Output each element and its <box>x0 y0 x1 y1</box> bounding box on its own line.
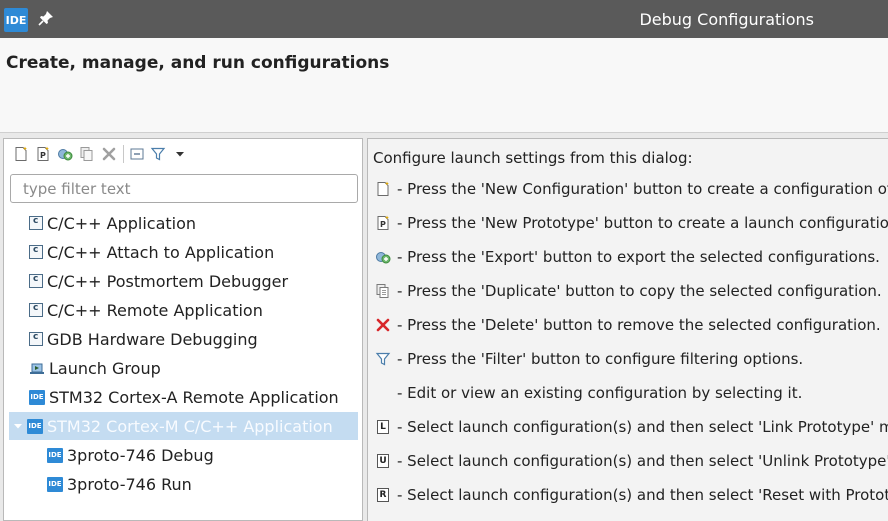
c-config-icon: c <box>29 216 43 230</box>
tree-item-label: Launch Group <box>49 358 161 378</box>
filter-button[interactable] <box>149 145 167 163</box>
delete-icon <box>376 318 390 332</box>
pin-icon[interactable] <box>38 10 54 26</box>
svg-text:P: P <box>380 220 386 229</box>
duplicate-icon <box>376 284 389 298</box>
instruction-text: - Press the 'New Prototype' button to cr… <box>397 214 888 232</box>
filter-input[interactable] <box>10 174 358 203</box>
instruction-filter: - Press the 'Filter' button to configure… <box>374 347 803 371</box>
tree-item-3proto-run[interactable]: IDE 3proto-746 Run <box>9 470 358 498</box>
title-bar: IDE Debug Configurations <box>0 0 888 38</box>
chevron-down-icon[interactable] <box>12 420 24 432</box>
configuration-list-pane: P type filter text c C/C++ Application c… <box>3 138 363 521</box>
instruction-text: - Select launch configuration(s) and the… <box>397 452 888 470</box>
window-title: Debug Configurations <box>639 10 814 29</box>
tree-item-label: C/C++ Postmortem Debugger <box>47 271 289 291</box>
new-config-icon <box>377 181 389 196</box>
instruction-edit: - Edit or view an existing configuration… <box>374 381 802 405</box>
instruction-export: - Press the 'Export' button to export th… <box>374 245 880 269</box>
launch-group-icon <box>30 363 44 374</box>
duplicate-button[interactable] <box>78 145 96 163</box>
tree-item-launch-group[interactable]: Launch Group <box>9 354 358 382</box>
c-config-icon: c <box>29 274 43 288</box>
tree-item-cpp-remote[interactable]: c C/C++ Remote Application <box>9 296 358 324</box>
chevron-down-icon <box>176 152 184 157</box>
collapse-all-button[interactable] <box>128 145 146 163</box>
new-prototype-icon: P <box>377 215 389 230</box>
tree-item-label: GDB Hardware Debugging <box>47 329 258 349</box>
tree-item-gdb-hardware[interactable]: c GDB Hardware Debugging <box>9 325 358 353</box>
filter-icon <box>375 352 391 366</box>
tree-item-stm32-cortex-m[interactable]: IDE STM32 Cortex-M C/C++ Application <box>9 412 358 440</box>
instruction-duplicate: - Press the 'Duplicate' button to copy t… <box>374 279 882 303</box>
instruction-text: - Select launch configuration(s) and the… <box>397 486 888 504</box>
instruction-new-prototype: P - Press the 'New Prototype' button to … <box>374 211 888 235</box>
tree-item-label: C/C++ Attach to Application <box>47 242 275 262</box>
new-configuration-button[interactable] <box>12 145 30 163</box>
export-icon <box>58 149 73 161</box>
tree-item-label: STM32 Cortex-A Remote Application <box>49 387 339 407</box>
export-icon <box>376 252 391 264</box>
instruction-text: - Press the 'New Configuration' button t… <box>397 180 888 198</box>
c-config-icon: c <box>29 303 43 317</box>
tree-item-cpp-postmortem[interactable]: c C/C++ Postmortem Debugger <box>9 267 358 295</box>
ide-icon: IDE <box>27 418 43 434</box>
tree-item-label: 3proto-746 Debug <box>67 445 214 465</box>
tree-item-label: C/C++ Remote Application <box>47 300 263 320</box>
instruction-new-configuration: - Press the 'New Configuration' button t… <box>374 177 888 201</box>
duplicate-icon <box>80 147 93 161</box>
tree-item-label: STM32 Cortex-M C/C++ Application <box>47 416 333 436</box>
tree-item-cpp-attach[interactable]: c C/C++ Attach to Application <box>9 238 358 266</box>
collapse-all-icon <box>130 148 144 160</box>
unlink-prototype-icon: U <box>377 454 389 468</box>
delete-button[interactable] <box>100 145 118 163</box>
toolbar-separator <box>123 145 124 163</box>
tree-item-stm32-cortex-a[interactable]: IDE STM32 Cortex-A Remote Application <box>9 383 358 411</box>
c-config-icon: c <box>29 332 43 346</box>
svg-text:P: P <box>40 151 46 160</box>
instruction-unlink-prototype: U - Select launch configuration(s) and t… <box>374 449 888 473</box>
new-prototype-button[interactable]: P <box>34 145 52 163</box>
instruction-text: - Edit or view an existing configuration… <box>397 384 803 402</box>
tree-item-label: 3proto-746 Run <box>67 474 192 494</box>
instruction-text: - Press the 'Filter' button to configure… <box>397 350 804 368</box>
configuration-toolbar: P <box>4 139 362 169</box>
ide-icon: IDE <box>47 447 63 463</box>
view-menu-button[interactable] <box>171 145 189 163</box>
instruction-reset-prototype: R - Select launch configuration(s) and t… <box>374 483 888 507</box>
instruction-link-prototype: L - Select launch configuration(s) and t… <box>374 415 888 439</box>
delete-icon <box>102 147 116 161</box>
tree-item-label: C/C++ Application <box>47 213 197 233</box>
ide-app-icon[interactable]: IDE <box>4 8 28 32</box>
link-prototype-icon: L <box>377 420 389 434</box>
ide-icon: IDE <box>29 389 45 405</box>
new-prototype-icon: P <box>37 146 49 161</box>
instructions-intro: Configure launch settings from this dial… <box>373 149 693 167</box>
c-config-icon: c <box>29 245 43 259</box>
instruction-text: - Press the 'Delete' button to remove th… <box>397 316 881 334</box>
tree-item-3proto-debug[interactable]: IDE 3proto-746 Debug <box>9 441 358 469</box>
instruction-text: - Select launch configuration(s) and the… <box>397 418 888 436</box>
instruction-text: - Press the 'Export' button to export th… <box>397 248 880 266</box>
filter-icon <box>150 147 166 161</box>
ide-icon: IDE <box>47 476 63 492</box>
instruction-delete: - Press the 'Delete' button to remove th… <box>374 313 881 337</box>
reset-prototype-icon: R <box>377 488 389 502</box>
tree-item-cpp-application[interactable]: c C/C++ Application <box>9 209 358 237</box>
new-config-icon <box>15 146 27 161</box>
dialog-title: Create, manage, and run configurations <box>6 53 390 73</box>
dialog-header: Create, manage, and run configurations <box>0 38 888 133</box>
instructions-pane: Configure launch settings from this dial… <box>367 138 888 521</box>
instruction-text: - Press the 'Duplicate' button to copy t… <box>397 282 882 300</box>
export-button[interactable] <box>56 145 74 163</box>
